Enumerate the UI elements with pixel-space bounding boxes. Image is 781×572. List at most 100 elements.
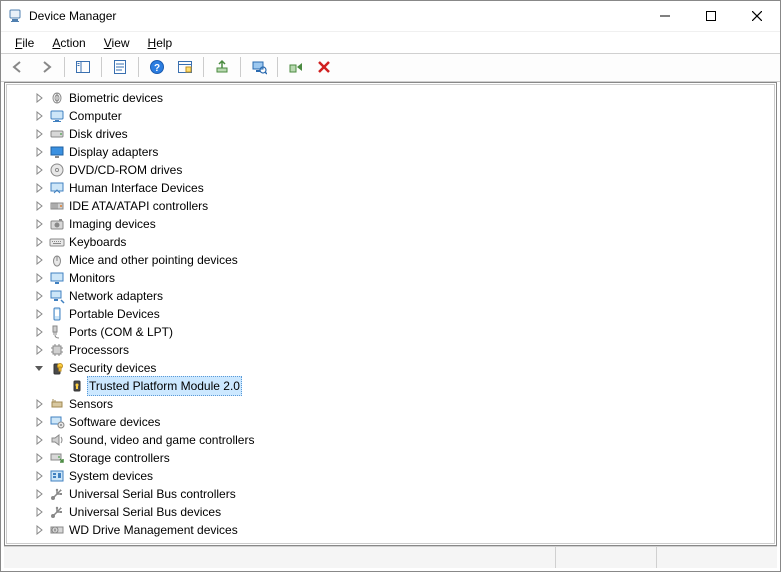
tree-item[interactable]: Sensors <box>9 395 772 413</box>
tree-item[interactable]: Network adapters <box>9 287 772 305</box>
svg-text:?: ? <box>154 63 160 74</box>
tree-item-label: Human Interface Devices <box>69 179 204 197</box>
expand-icon[interactable] <box>31 414 47 430</box>
usb-icon <box>49 504 65 520</box>
help-button[interactable]: ? <box>144 55 170 79</box>
tree-item[interactable]: IDE ATA/ATAPI controllers <box>9 197 772 215</box>
expand-icon[interactable] <box>31 216 47 232</box>
tree-item[interactable]: Computer <box>9 107 772 125</box>
tree-item[interactable]: Display adapters <box>9 143 772 161</box>
minimize-button[interactable] <box>642 1 688 31</box>
expand-icon[interactable] <box>31 90 47 106</box>
expand-icon[interactable] <box>31 342 47 358</box>
forward-button[interactable] <box>33 55 59 79</box>
expand-icon[interactable] <box>31 126 47 142</box>
menu-view[interactable]: View <box>96 34 138 52</box>
tree-item[interactable]: Universal Serial Bus devices <box>9 503 772 521</box>
ide-icon <box>49 198 65 214</box>
tree-item[interactable]: Portable Devices <box>9 305 772 323</box>
tree-item-label: Processors <box>69 341 129 359</box>
tree-item[interactable]: Monitors <box>9 269 772 287</box>
tree-item-label: Ports (COM & LPT) <box>69 323 173 341</box>
expand-icon[interactable] <box>31 180 47 196</box>
expand-icon[interactable] <box>31 306 47 322</box>
tree-item[interactable]: Imaging devices <box>9 215 772 233</box>
action-button[interactable] <box>172 55 198 79</box>
tree-item[interactable]: WD Drive Management devices <box>9 521 772 539</box>
toolbar-separator <box>203 57 204 77</box>
tree-item[interactable]: Universal Serial Bus controllers <box>9 485 772 503</box>
expand-icon[interactable] <box>31 324 47 340</box>
expand-icon[interactable] <box>31 486 47 502</box>
show-hide-console-tree-button[interactable] <box>70 55 96 79</box>
tree-item-label: Sound, video and game controllers <box>69 431 254 449</box>
status-pane-1 <box>4 547 555 568</box>
tree-item-label: DVD/CD-ROM drives <box>69 161 182 179</box>
expand-icon[interactable] <box>31 162 47 178</box>
expand-icon[interactable] <box>31 432 47 448</box>
tree-item-label: Imaging devices <box>69 215 156 233</box>
expand-icon[interactable] <box>31 270 47 286</box>
tree-item-label: Universal Serial Bus devices <box>69 503 221 521</box>
expand-icon[interactable] <box>31 504 47 520</box>
toolbar-separator <box>64 57 65 77</box>
maximize-button[interactable] <box>688 1 734 31</box>
menu-action[interactable]: Action <box>44 34 93 52</box>
tree-item[interactable]: Mice and other pointing devices <box>9 251 772 269</box>
tree-item[interactable]: Ports (COM & LPT) <box>9 323 772 341</box>
tree-item[interactable]: Sound, video and game controllers <box>9 431 772 449</box>
monitor-icon <box>49 270 65 286</box>
properties-button[interactable] <box>107 55 133 79</box>
expand-icon[interactable] <box>31 468 47 484</box>
uninstall-device-button[interactable] <box>311 55 337 79</box>
keyboard-icon <box>49 234 65 250</box>
tree-item[interactable]: Trusted Platform Module 2.0 <box>9 377 772 395</box>
tree-item[interactable]: Keyboards <box>9 233 772 251</box>
enable-device-button[interactable] <box>283 55 309 79</box>
tree-item-label: Sensors <box>69 395 113 413</box>
tree-item-label: Monitors <box>69 269 115 287</box>
tree-item[interactable]: DVD/CD-ROM drives <box>9 161 772 179</box>
tree-item[interactable]: System devices <box>9 467 772 485</box>
content-outer: Biometric devicesComputerDisk drivesDisp… <box>4 82 777 546</box>
scan-hardware-button[interactable] <box>246 55 272 79</box>
expand-icon[interactable] <box>31 252 47 268</box>
tree-item-label: Security devices <box>69 359 156 377</box>
expand-icon[interactable] <box>31 522 47 538</box>
expand-icon[interactable] <box>31 450 47 466</box>
system-icon <box>49 468 65 484</box>
tree-item[interactable]: Human Interface Devices <box>9 179 772 197</box>
expand-icon[interactable] <box>31 108 47 124</box>
expand-icon[interactable] <box>31 396 47 412</box>
expand-icon[interactable] <box>31 198 47 214</box>
tree-view[interactable]: Biometric devicesComputerDisk drivesDisp… <box>6 84 775 544</box>
device-manager-window: { "title": "Device Manager", "menu": { "… <box>0 0 781 572</box>
expand-icon[interactable] <box>31 288 47 304</box>
leaf-spacer <box>51 378 67 394</box>
close-button[interactable] <box>734 1 780 31</box>
tree-item[interactable]: Disk drives <box>9 125 772 143</box>
update-driver-button[interactable] <box>209 55 235 79</box>
tree-item-label: IDE ATA/ATAPI controllers <box>69 197 208 215</box>
display-icon <box>49 144 65 160</box>
portable-icon <box>49 306 65 322</box>
collapse-icon[interactable] <box>31 360 47 376</box>
menu-help[interactable]: Help <box>140 34 181 52</box>
tree-item-label: System devices <box>69 467 153 485</box>
disk-icon <box>49 126 65 142</box>
statusbar <box>4 546 777 568</box>
tree-item[interactable]: Processors <box>9 341 772 359</box>
tree-item-label: WD Drive Management devices <box>69 521 238 539</box>
tree-item[interactable]: Biometric devices <box>9 89 772 107</box>
tree-item[interactable]: Software devices <box>9 413 772 431</box>
tree-item[interactable]: Security devices <box>9 359 772 377</box>
tree-item[interactable]: Storage controllers <box>9 449 772 467</box>
status-pane-2 <box>555 547 656 568</box>
expand-icon[interactable] <box>31 234 47 250</box>
back-button[interactable] <box>5 55 31 79</box>
sensor-icon <box>49 396 65 412</box>
expand-icon[interactable] <box>31 144 47 160</box>
toolbar-separator <box>101 57 102 77</box>
software-icon <box>49 414 65 430</box>
menu-file[interactable]: File <box>7 34 42 52</box>
